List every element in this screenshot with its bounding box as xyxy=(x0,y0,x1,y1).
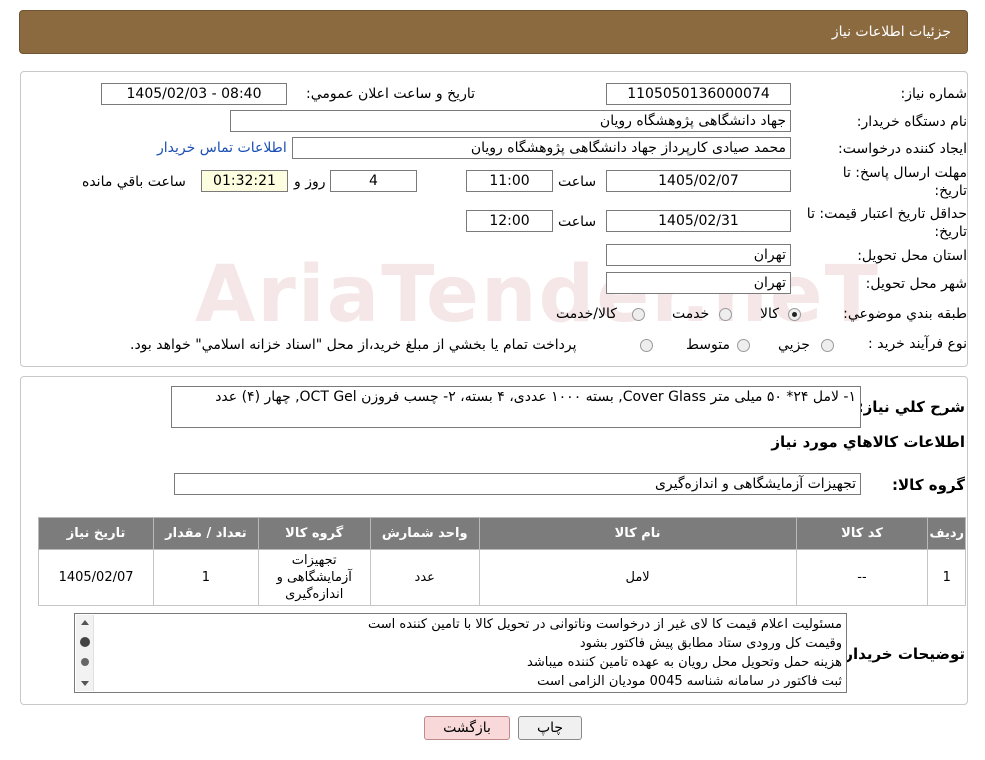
print-button[interactable]: چاپ xyxy=(518,716,582,740)
category-radio-goods-service[interactable] xyxy=(632,308,645,321)
notes-scrollbar[interactable] xyxy=(76,615,94,691)
col-unit: واحد شمارش xyxy=(369,517,480,550)
city-field: تهران xyxy=(606,272,791,294)
creator-label: ايجاد كننده درخواست: xyxy=(838,141,967,157)
cell-name: لامل xyxy=(478,549,797,606)
announce-field: 1405/02/03 - 08:40 xyxy=(101,83,287,105)
remaining-time-field: 01:32:21 xyxy=(201,170,288,192)
cell-group-line-2: آزمایشگاهی و xyxy=(276,570,352,585)
creator-field: محمد صیادی کارپرداز جهاد دانشگاهی پژوهشگ… xyxy=(292,137,791,159)
buyer-notes-label: توضيحات خريدار: xyxy=(838,645,965,663)
process-note: پرداخت تمام يا بخشي از مبلغ خريد،از محل … xyxy=(130,337,577,353)
reply-date-field: 1405/02/07 xyxy=(606,170,791,192)
reply-time-field: 11:00 xyxy=(466,170,553,192)
col-group: گروه كالا xyxy=(257,517,371,550)
validity-date-field: 1405/02/31 xyxy=(606,210,791,232)
cell-row: 1 xyxy=(927,549,966,606)
scroll-arrows-icon xyxy=(80,620,90,686)
col-qty: تعداد / مقدار xyxy=(153,517,259,550)
process-radio-treasury[interactable] xyxy=(640,339,653,352)
category-option-goods-service: كالا/خدمت xyxy=(556,306,617,322)
cell-code: -- xyxy=(795,549,929,606)
page-header: جزئيات اطلاعات نياز xyxy=(19,10,968,54)
category-radio-goods[interactable] xyxy=(788,308,801,321)
cell-unit: عدد xyxy=(369,549,480,606)
cell-qty: 1 xyxy=(153,549,259,606)
buyer-org-field: جهاد دانشگاهی پژوهشگاه رویان xyxy=(230,110,791,132)
back-button[interactable]: بازگشت xyxy=(424,716,510,740)
validity-label-2: تاريخ: xyxy=(934,224,967,240)
province-field: تهران xyxy=(606,244,791,266)
city-label: شهر محل تحويل: xyxy=(865,276,967,292)
cell-group-line-3: اندازه‌گیری xyxy=(285,587,344,602)
category-label: طبقه بندي موضوعي: xyxy=(843,306,967,322)
category-option-goods: كالا xyxy=(760,306,779,322)
buyer-note-line: ثبت فاکتور در سامانه شناسه 0045 مودیان ا… xyxy=(537,674,842,689)
reply-time-label: ساعت xyxy=(558,174,597,190)
process-label: نوع فرآيند خريد : xyxy=(868,336,967,352)
summary-text: ۱- لامل ۲۴* ۵۰ میلی متر Cover Glass, بست… xyxy=(215,389,856,405)
buyer-note-line: وقیمت کل ورودی ستاد مطابق پیش فاکتور بشو… xyxy=(579,636,842,651)
page-title: جزئيات اطلاعات نياز xyxy=(831,24,951,40)
process-option-medium: متوسط xyxy=(686,337,730,353)
need-number-label: شماره نياز: xyxy=(900,86,968,102)
goods-table: رديف كد كالا نام كالا واحد شمارش گروه كا… xyxy=(37,517,966,606)
buyer-note-line: هزینه حمل وتحویل محل رویان به عهده تامین… xyxy=(527,655,842,670)
reply-deadline-label: مهلت ارسال پاسخ: تا xyxy=(842,165,967,181)
buyer-notes-field: مسئولیت اعلام قیمت کا لای غیر از درخواست… xyxy=(74,613,847,693)
need-number-field: 1105050136000074 xyxy=(606,83,791,105)
cell-group-line-1: تجهیزات xyxy=(291,553,337,568)
announce-label: تاريخ و ساعت اعلان عمومي: xyxy=(306,86,475,102)
col-name: نام كالا xyxy=(478,517,797,550)
contact-buyer-link[interactable]: اطلاعات تماس خريدار xyxy=(157,140,287,156)
days-field: 4 xyxy=(330,170,417,192)
validity-time-field: 12:00 xyxy=(466,210,553,232)
buyer-org-label: نام دستگاه خريدار: xyxy=(856,114,967,130)
reply-deadline-label-2: تاريخ: xyxy=(934,183,967,199)
buyer-note-line: مسئولیت اعلام قیمت کا لای غیر از درخواست… xyxy=(368,617,842,632)
cell-group: تجهیزات آزمایشگاهی و اندازه‌گیری xyxy=(257,549,371,606)
goods-info-title: اطلاعات كالاهاي مورد نياز xyxy=(771,433,965,451)
validity-label: حداقل تاريخ اعتبار قيمت: تا xyxy=(806,206,967,222)
col-code: كد كالا xyxy=(795,517,929,550)
validity-time-label: ساعت xyxy=(558,214,597,230)
category-option-service: خدمت xyxy=(672,306,710,322)
goods-group-field: تجهیزات آزمایشگاهی و اندازه‌گیری xyxy=(174,473,861,495)
table-row: 1 -- لامل عدد تجهیزات آزمایشگاهی و انداز… xyxy=(37,549,966,606)
process-radio-medium[interactable] xyxy=(737,339,750,352)
remaining-label: ساعت باقي مانده xyxy=(82,174,186,190)
province-label: استان محل تحويل: xyxy=(857,248,967,264)
summary-field: ۱- لامل ۲۴* ۵۰ میلی متر Cover Glass, بست… xyxy=(171,386,861,428)
col-date: تاريخ نياز xyxy=(37,517,155,550)
category-radio-service[interactable] xyxy=(719,308,732,321)
process-option-minor: جزيي xyxy=(778,337,810,353)
cell-date: 1405/02/07 xyxy=(37,549,155,606)
goods-group-label: گروه كالا: xyxy=(892,476,965,494)
process-radio-minor[interactable] xyxy=(821,339,834,352)
summary-label: شرح كلي نياز: xyxy=(857,398,965,416)
days-label: روز و xyxy=(294,174,326,190)
col-row: رديف xyxy=(927,517,966,550)
